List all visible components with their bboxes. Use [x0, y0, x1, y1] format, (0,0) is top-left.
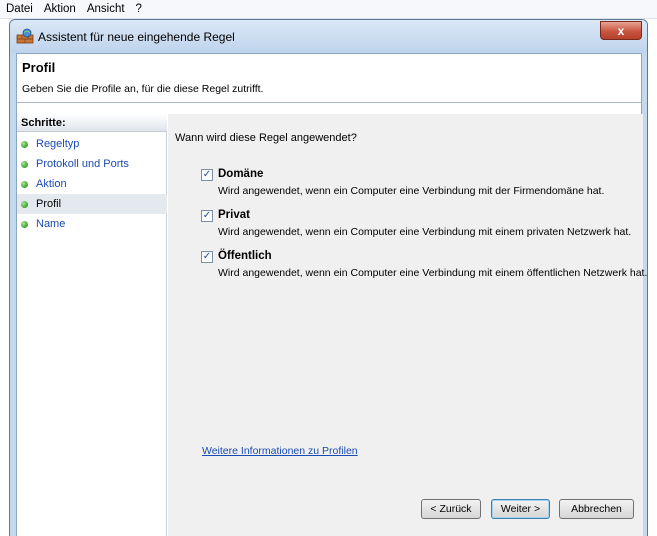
step-label: Profil — [36, 198, 62, 210]
menu-help[interactable]: ? — [136, 3, 142, 15]
step-regeltyp[interactable]: Regeltyp — [17, 134, 167, 154]
profile-question: Wann wird diese Regel angewendet? — [175, 132, 357, 144]
privat-description: Wird angewendet, wenn ein Computer eine … — [218, 226, 632, 238]
menu-ansicht[interactable]: Ansicht — [87, 3, 125, 15]
step-profil[interactable]: Profil — [17, 194, 167, 214]
steps-sidebar: Schritte: Regeltyp Protokoll und Ports A… — [17, 114, 167, 536]
step-protokoll-und-ports[interactable]: Protokoll und Ports — [17, 154, 167, 174]
step-label: Aktion — [36, 178, 67, 190]
next-button[interactable]: Weiter > — [491, 499, 550, 519]
step-bullet-icon — [21, 160, 28, 168]
page-title: Profil — [22, 60, 56, 75]
oeffentlich-description: Wird angewendet, wenn ein Computer eine … — [218, 267, 648, 279]
title-bar[interactable]: Assistent für neue eingehende Regel x — [10, 20, 647, 53]
window-title: Assistent für neue eingehende Regel — [38, 30, 235, 44]
domaene-description: Wird angewendet, wenn ein Computer eine … — [218, 185, 605, 197]
wizard-window: Assistent für neue eingehende Regel x Pr… — [9, 19, 648, 536]
close-icon: x — [617, 23, 625, 38]
domaene-label[interactable]: Domäne — [218, 168, 263, 180]
domaene-checkbox[interactable]: ✓ — [201, 169, 213, 181]
menu-datei[interactable]: Datei — [6, 3, 33, 15]
page-subtitle: Geben Sie die Profile an, für die diese … — [22, 83, 264, 95]
cancel-button[interactable]: Abbrechen — [559, 499, 634, 519]
steps-heading: Schritte: — [17, 114, 167, 132]
oeffentlich-checkbox[interactable]: ✓ — [201, 251, 213, 263]
oeffentlich-label[interactable]: Öffentlich — [218, 250, 272, 262]
step-label: Regeltyp — [36, 138, 80, 150]
step-bullet-icon — [21, 220, 28, 228]
step-name[interactable]: Name — [17, 214, 167, 234]
firewall-wizard-icon — [16, 28, 34, 44]
step-bullet-icon — [21, 200, 28, 208]
privat-label[interactable]: Privat — [218, 209, 250, 221]
step-bullet-icon — [21, 140, 28, 148]
privat-checkbox[interactable]: ✓ — [201, 210, 213, 222]
menu-bar: Datei Aktion Ansicht ? — [0, 0, 657, 19]
content-panel: Wann wird diese Regel angewendet? ✓ Domä… — [168, 114, 647, 536]
step-label: Name — [36, 218, 66, 230]
step-aktion[interactable]: Aktion — [17, 174, 167, 194]
back-button[interactable]: < Zurück — [421, 499, 481, 519]
step-bullet-icon — [21, 180, 28, 188]
wizard-header: Profil Geben Sie die Profile an, für die… — [17, 54, 641, 103]
menu-aktion[interactable]: Aktion — [44, 3, 76, 15]
more-info-link[interactable]: Weitere Informationen zu Profilen — [202, 445, 358, 457]
step-label: Protokoll und Ports — [36, 158, 129, 170]
close-button[interactable]: x — [600, 21, 642, 40]
wizard-client-area: Profil Geben Sie die Profile an, für die… — [16, 53, 647, 536]
